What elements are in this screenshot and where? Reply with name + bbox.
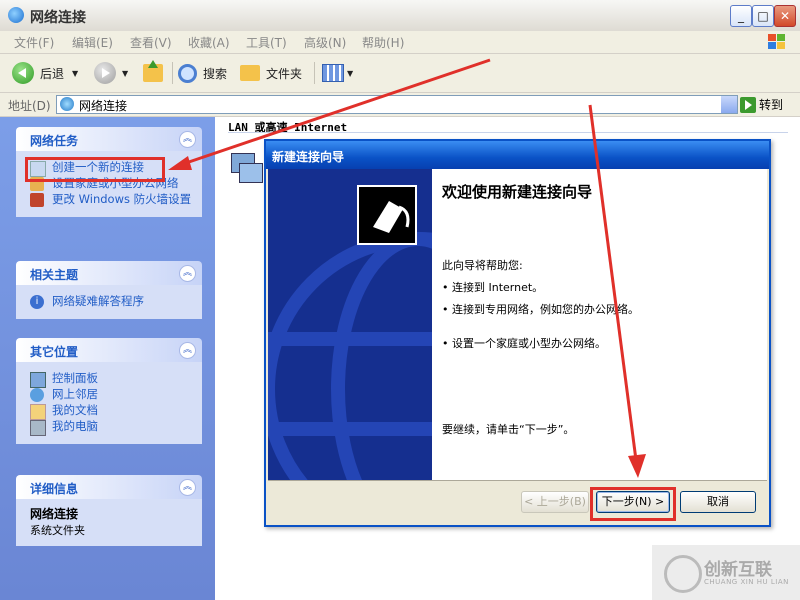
watermark-sub: CHUANG XIN HU LIAN <box>704 578 789 586</box>
brand-logo-icon <box>664 555 702 593</box>
watermark-name: 创新互联 <box>704 560 772 580</box>
watermark-logo: 创新互联 CHUANG XIN HU LIAN <box>652 545 800 600</box>
annotation-arrows <box>168 58 646 478</box>
